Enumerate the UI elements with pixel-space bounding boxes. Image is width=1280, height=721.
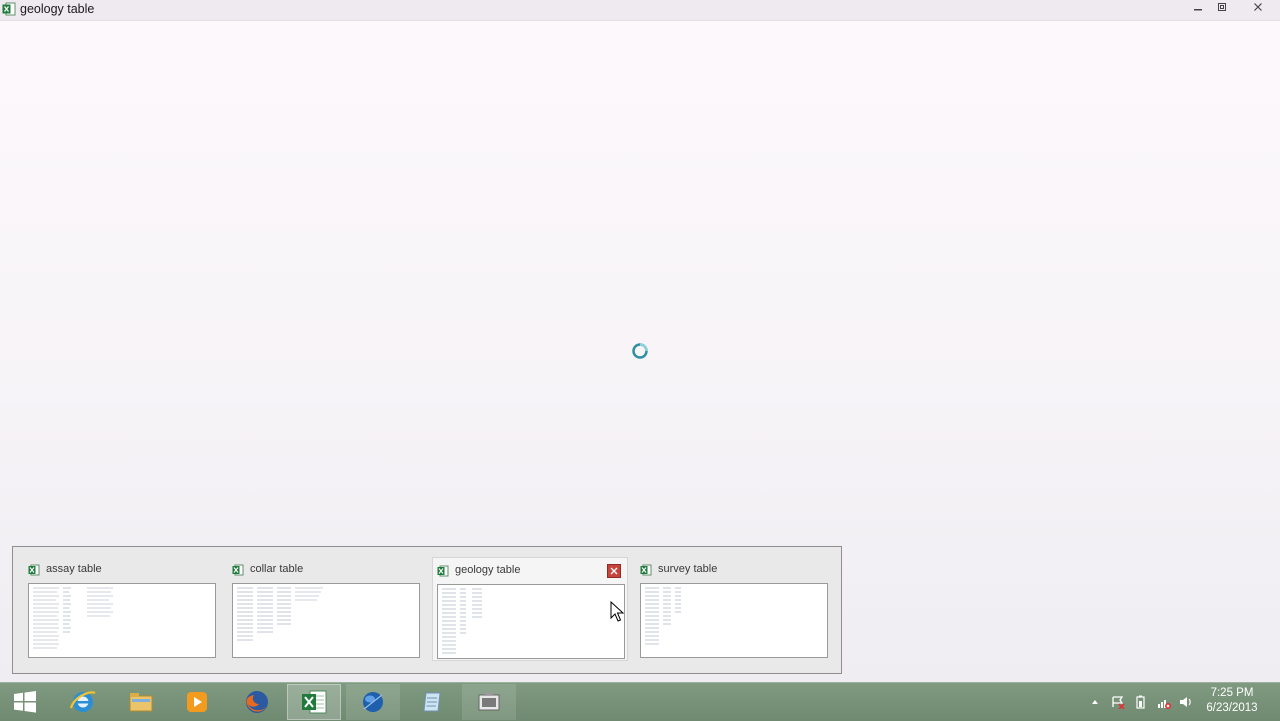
- taskbar-media-player[interactable]: [170, 684, 224, 720]
- show-hidden-icons-button[interactable]: [1088, 695, 1102, 709]
- restore-button[interactable]: [1210, 0, 1234, 14]
- window-title: geology table: [20, 2, 95, 16]
- clock-time: 7:25 PM: [1210, 687, 1254, 699]
- thumbnail-label: assay table: [46, 563, 102, 575]
- thumbnail-label: collar table: [250, 563, 304, 575]
- system-clock[interactable]: 7:25 PM 6/23/2013: [1200, 686, 1264, 716]
- thumbnail-assay-table[interactable]: assay table: [24, 557, 220, 661]
- thumbnail-survey-table[interactable]: survey table: [636, 557, 832, 661]
- loading-spinner-icon: [631, 342, 649, 360]
- taskbar: 7:25 PM 6/23/2013: [0, 682, 1280, 721]
- internet-explorer-icon: [69, 691, 96, 712]
- taskbar-excel[interactable]: [287, 684, 341, 720]
- action-center-icon[interactable]: [1111, 695, 1125, 709]
- thumbnail-label: survey table: [658, 563, 718, 575]
- excel-icon: [232, 563, 244, 576]
- taskbar-globe-app[interactable]: [346, 684, 400, 720]
- thumbnail-preview: [28, 583, 216, 658]
- excel-icon[interactable]: [2, 2, 16, 16]
- taskbar-thumbnail-popup: assay table collar table geology table s…: [12, 546, 842, 674]
- minimize-button[interactable]: [1186, 0, 1210, 14]
- thumbnail-label: geology table: [455, 564, 521, 576]
- title-bar[interactable]: geology table: [0, 0, 1280, 21]
- globe-app-icon: [363, 692, 383, 712]
- start-icon: [14, 691, 36, 713]
- thumbnail-geology-table[interactable]: geology table: [432, 557, 628, 661]
- thumbnail-preview: [232, 583, 420, 658]
- taskbar-file-explorer[interactable]: [114, 684, 168, 720]
- media-player-icon: [187, 692, 207, 712]
- notepad-icon: [423, 692, 441, 712]
- taskbar-notepad[interactable]: [404, 684, 458, 720]
- start-button[interactable]: [0, 684, 50, 720]
- excel-icon: [302, 690, 327, 714]
- thumbnail-preview: [640, 583, 828, 658]
- firefox-icon: [246, 691, 268, 713]
- excel-icon: [640, 563, 652, 576]
- battery-icon[interactable]: [1134, 695, 1148, 709]
- network-icon[interactable]: [1157, 695, 1171, 709]
- thumbnail-preview: [437, 584, 625, 659]
- video-app-icon: [478, 692, 500, 711]
- mouse-cursor-icon: [610, 600, 625, 623]
- thumbnail-collar-table[interactable]: collar table: [228, 557, 424, 661]
- minimize-icon: [1194, 9, 1202, 11]
- excel-icon: [437, 564, 449, 577]
- restore-icon: [1218, 3, 1226, 11]
- volume-icon[interactable]: [1179, 695, 1193, 709]
- taskbar-firefox[interactable]: [230, 684, 284, 720]
- file-explorer-icon: [129, 693, 153, 712]
- taskbar-internet-explorer[interactable]: [56, 684, 110, 720]
- close-icon: [1254, 3, 1262, 11]
- taskbar-video-app[interactable]: [462, 684, 516, 720]
- chevron-up-icon: [1092, 700, 1098, 704]
- clock-date: 6/23/2013: [1206, 702, 1258, 714]
- thumbnail-close-button[interactable]: [607, 564, 621, 578]
- close-icon: [610, 567, 618, 575]
- excel-icon: [28, 563, 40, 576]
- close-button[interactable]: [1246, 0, 1270, 14]
